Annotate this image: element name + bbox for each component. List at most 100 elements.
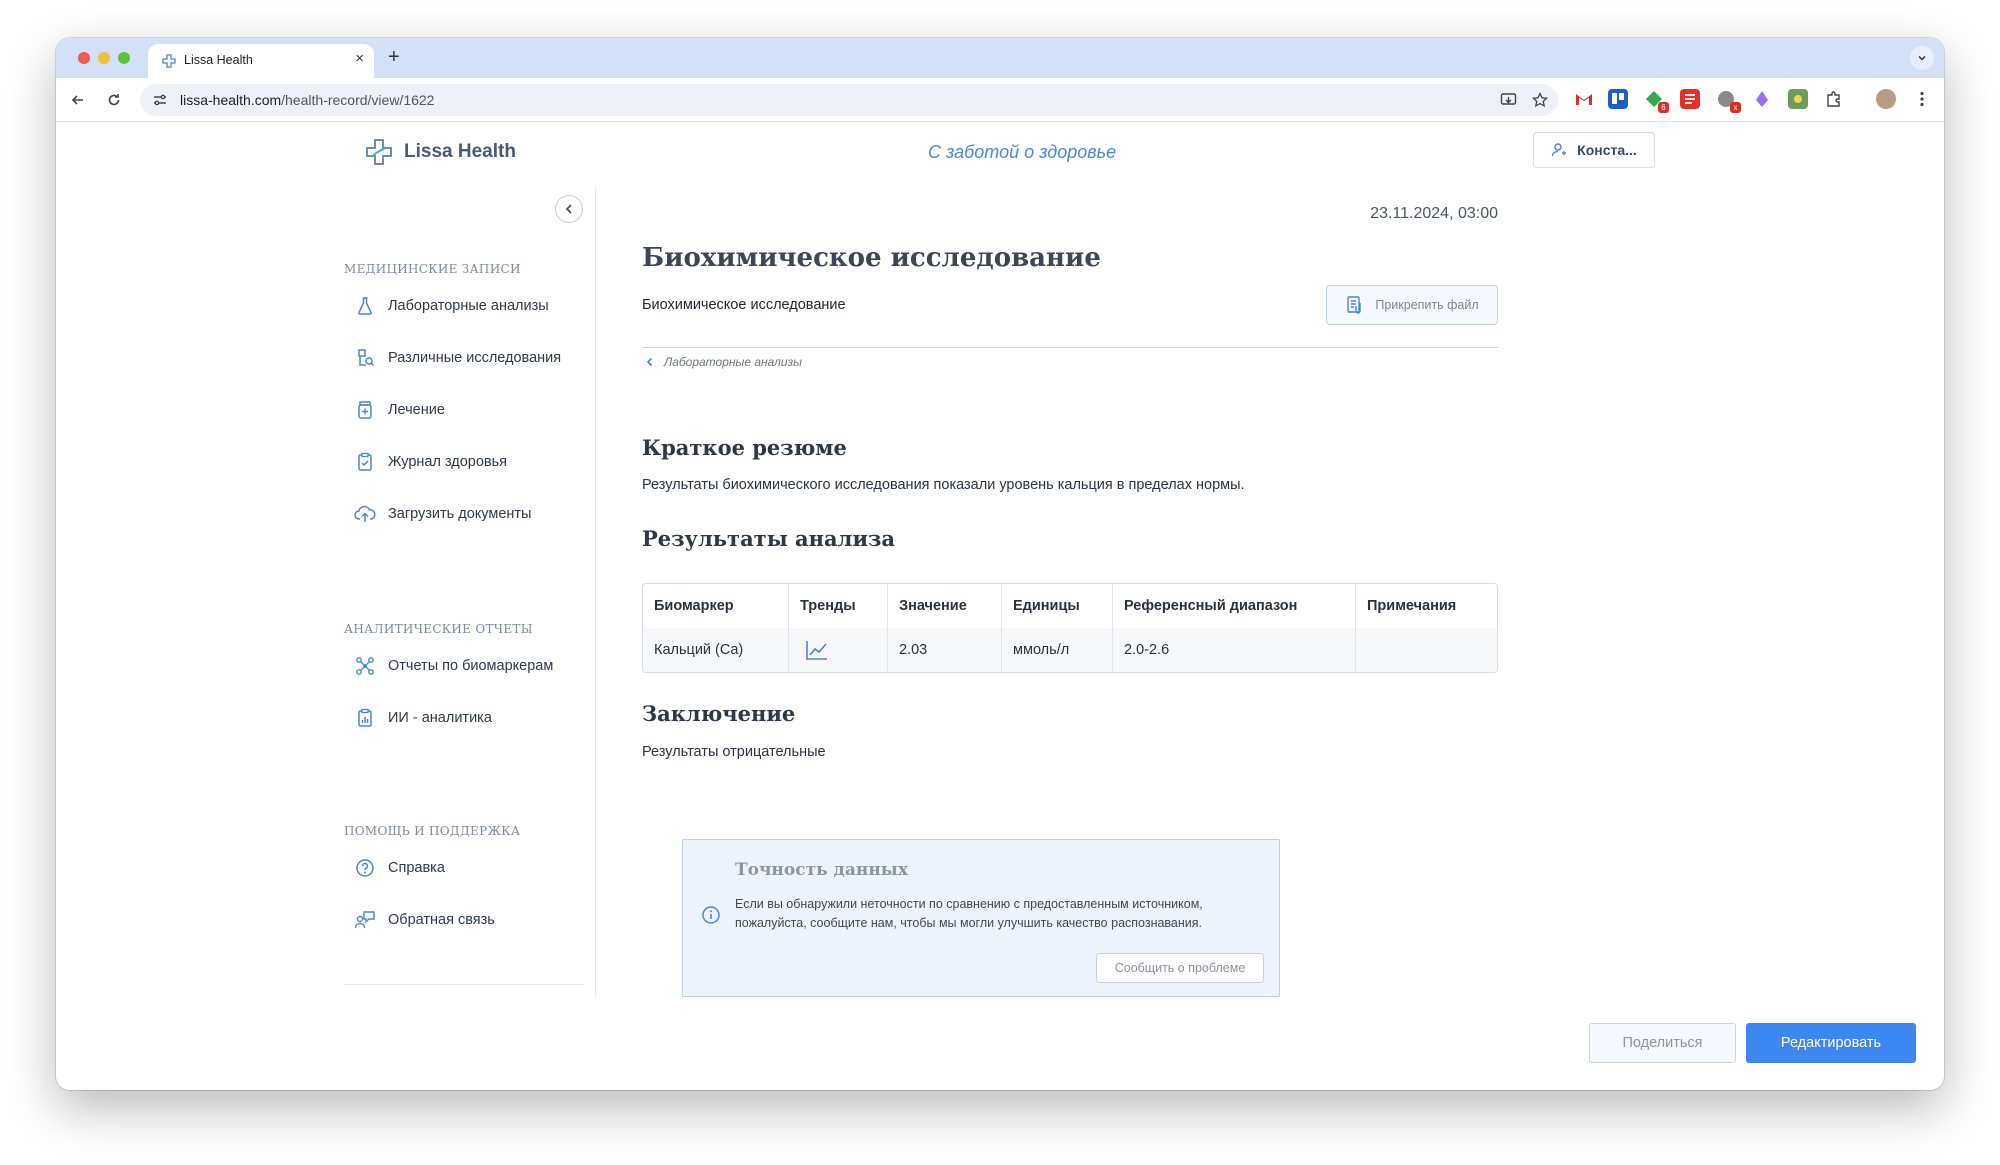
reload-icon (108, 94, 120, 106)
sidebar-bottom-divider (344, 984, 584, 985)
new-tab-button[interactable]: + (388, 46, 400, 69)
report-icon (352, 705, 378, 731)
cell-range: 2.0-2.6 (1113, 628, 1356, 672)
photo-ext-icon[interactable] (1788, 89, 1808, 109)
logo-text: Lissa Health (404, 141, 516, 162)
cell-notes (1356, 628, 1497, 672)
data-accuracy-panel: Точность данных Если вы обнаружили неточ… (682, 839, 1280, 997)
attach-file-button[interactable]: Прикрепить файл (1326, 285, 1498, 325)
cell-value: 2.03 (888, 628, 1002, 672)
chevron-left-icon (646, 357, 653, 367)
trello-icon[interactable] (1608, 89, 1628, 109)
clipboard-check-icon (352, 449, 378, 475)
green-ext-icon[interactable]: 6 (1644, 89, 1669, 113)
purple-ext-icon[interactable] (1752, 89, 1772, 109)
profile-avatar-icon[interactable] (1876, 89, 1896, 109)
feedback-icon (352, 907, 378, 933)
user-icon (1551, 143, 1567, 157)
sidebar-item-feedback[interactable]: Обратная связь (352, 905, 495, 935)
sidebar-item-biomarker-reports[interactable]: Отчеты по биомаркерам (352, 651, 553, 681)
user-menu-button[interactable]: Конста... (1533, 132, 1655, 168)
sidebar-collapse-button[interactable] (555, 195, 583, 223)
close-window-button[interactable] (78, 52, 90, 64)
red-doc-icon[interactable] (1680, 89, 1700, 109)
ext-badge: x (1730, 102, 1741, 113)
reload-button[interactable] (102, 88, 126, 112)
sidebar-item-health-journal[interactable]: Журнал здоровья (352, 447, 507, 477)
gmail-icon[interactable] (1574, 89, 1594, 109)
sidebar-item-help[interactable]: Справка (352, 853, 445, 883)
sidebar-item-lab-tests[interactable]: Лабораторные анализы (352, 291, 549, 321)
sidebar-item-research[interactable]: Различные исследования (352, 343, 561, 373)
lissa-logo-icon (366, 139, 392, 165)
tab-search-button[interactable] (1910, 46, 1934, 70)
site-settings-icon[interactable] (152, 92, 168, 108)
chevron-left-icon (565, 204, 572, 214)
tab-title: Lissa Health (184, 53, 253, 67)
results-heading: Результаты анализа (642, 526, 896, 551)
user-name: Конста... (1577, 142, 1637, 158)
cell-units: ммоль/л (1002, 628, 1113, 672)
edit-button[interactable]: Редактировать (1746, 1023, 1916, 1063)
conclusion-text: Результаты отрицательные (642, 744, 826, 760)
info-icon (702, 906, 720, 924)
address-bar[interactable]: lissa-health.com/health-record/view/1622 (140, 84, 1558, 116)
sidebar-item-label: ИИ - аналитика (388, 710, 492, 726)
attach-file-icon (1347, 296, 1362, 314)
section-help-support: ПОМОЩЬ И ПОДДЕРЖКА (344, 824, 521, 838)
report-problem-button[interactable]: Сообщить о проблеме (1096, 953, 1264, 983)
trend-chart-icon[interactable] (805, 639, 829, 661)
accuracy-text: Если вы обнаружили неточности по сравнен… (735, 897, 1203, 930)
sidebar-item-ai-analytics[interactable]: ИИ - аналитика (352, 703, 492, 733)
research-icon (352, 345, 378, 371)
attach-file-label: Прикрепить файл (1375, 298, 1479, 312)
arrow-left-icon (71, 95, 83, 105)
sidebar-item-label: Загрузить документы (388, 506, 532, 522)
sidebar-item-label: Обратная связь (388, 912, 495, 928)
install-app-icon[interactable] (1500, 92, 1518, 108)
accuracy-title: Точность данных (735, 860, 908, 880)
extensions-puzzle-icon[interactable] (1824, 89, 1844, 109)
help-icon (352, 855, 378, 881)
share-button[interactable]: Поделиться (1589, 1023, 1736, 1063)
header-divider (642, 347, 1498, 348)
cloud-upload-icon (352, 501, 378, 527)
cell-trend (789, 628, 888, 672)
sidebar-item-treatment[interactable]: Лечение (352, 395, 445, 425)
table-row: Кальций (Ca) 2.03 ммоль/л 2.0-2.6 (643, 628, 1497, 672)
sidebar-item-label: Отчеты по биомаркерам (388, 658, 554, 674)
tab-close-icon[interactable]: × (355, 50, 364, 67)
column-header: Тренды (789, 584, 888, 628)
url-text: lissa-health.com/health-record/view/1622 (180, 92, 435, 108)
sidebar-item-label: Журнал здоровья (388, 454, 508, 470)
breadcrumb-label: Лабораторные анализы (664, 355, 802, 369)
column-header: Значение (888, 584, 1002, 628)
minimize-window-button[interactable] (98, 52, 110, 64)
table-header-row: Биомаркер Тренды Значение Единицы Рефере… (643, 584, 1497, 628)
page: Lissa Health С заботой о здоровье Конста… (56, 123, 1944, 1090)
back-button[interactable] (66, 88, 90, 112)
sidebar-item-label: Различные исследования (388, 350, 562, 366)
sidebar-item-upload-documents[interactable]: Загрузить документы (352, 499, 531, 529)
lissa-favicon-icon (162, 54, 176, 68)
browser-toolbar: lissa-health.com/health-record/view/1622… (56, 78, 1944, 122)
grey-ext-icon[interactable]: x (1716, 89, 1741, 113)
column-header: Единицы (1002, 584, 1113, 628)
maximize-window-button[interactable] (118, 52, 130, 64)
record-subtitle: Биохимическое исследование (642, 297, 846, 313)
record-date: 23.11.2024, 03:00 (1370, 205, 1498, 222)
sidebar-divider (595, 187, 596, 997)
bookmark-star-icon[interactable] (1532, 92, 1548, 108)
tab-bar: Lissa Health × + (56, 38, 1944, 78)
browser-menu-icon[interactable] (1912, 89, 1932, 109)
network-icon (352, 653, 378, 679)
chevron-down-icon (1918, 55, 1926, 61)
column-header: Референсный диапазон (1113, 584, 1356, 628)
breadcrumb[interactable]: Лабораторные анализы (646, 355, 802, 369)
sidebar-item-label: Лечение (388, 402, 445, 418)
logo[interactable]: Lissa Health (364, 137, 516, 167)
summary-text: Результаты биохимического исследования п… (642, 477, 1245, 493)
browser-tab[interactable]: Lissa Health × (148, 44, 374, 78)
sidebar-item-label: Лабораторные анализы (388, 298, 549, 314)
cell-biomarker: Кальций (Ca) (643, 628, 789, 672)
